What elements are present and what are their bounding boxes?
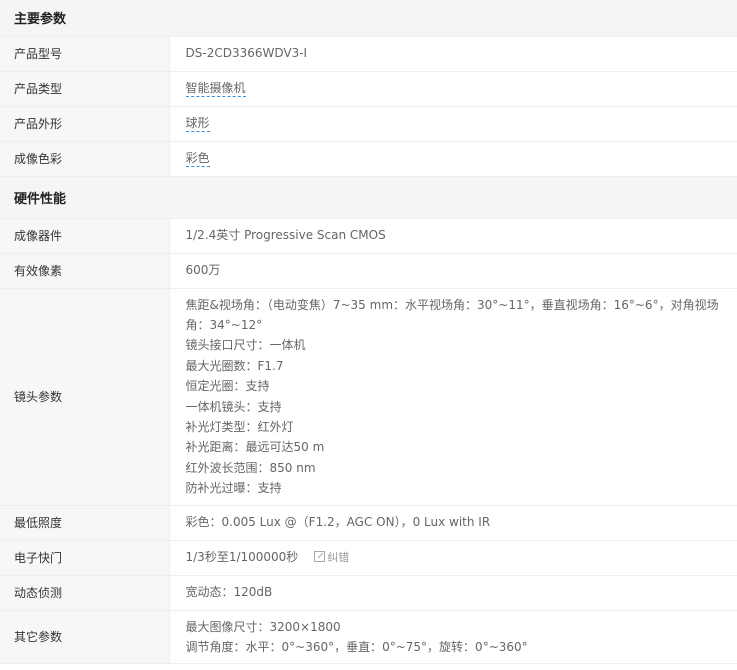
spec-value: 焦距&视场角：（电动变焦）7~35 mm：水平视场角：30°~11°，垂直视场角…: [169, 288, 737, 506]
spec-row: 电子快门 1/3秒至1/100000秒 纠错: [0, 540, 737, 576]
spec-row: 镜头参数 焦距&视场角：（电动变焦）7~35 mm：水平视场角：30°~11°，垂…: [0, 288, 737, 506]
spec-value-link[interactable]: 球形: [185, 116, 210, 133]
spec-label: 电子快门: [0, 540, 170, 576]
edit-icon: [314, 550, 326, 562]
spec-value: 彩色: [169, 141, 737, 177]
section-title: 硬件性能: [0, 176, 737, 219]
spec-value-text: 恒定光圈：支持: [185, 379, 270, 394]
spec-row: 其它参数 最大图像尺寸：3200×1800 调节角度：水平：0°~360°，垂直：0…: [0, 610, 737, 665]
spec-value: 彩色：0.005 Lux @（F1.2，AGC ON），0 Lux with I…: [169, 505, 737, 541]
spec-value: 最大图像尺寸：3200×1800 调节角度：水平：0°~360°，垂直：0°~75…: [169, 610, 737, 665]
spec-value-text: 补光灯类型：红外灯: [185, 419, 294, 434]
spec-value-link[interactable]: 智能摄像机: [185, 81, 246, 98]
spec-value: 智能摄像机: [169, 71, 737, 107]
spec-row: 有效像素 600万: [0, 253, 737, 289]
spec-label: 镜头参数: [0, 288, 170, 506]
spec-value: 1/3秒至1/100000秒 纠错: [169, 540, 737, 576]
spec-value-text: 宽动态：120dB: [185, 585, 273, 600]
spec-value: 600万: [169, 253, 737, 289]
spec-value-text: 补光距离：最远可达50 m: [185, 440, 325, 455]
spec-value: DS-2CD3366WDV3-I: [169, 36, 737, 72]
section-title: 主要参数: [0, 0, 737, 37]
spec-row: 产品外形 球形: [0, 106, 737, 142]
spec-label: 成像色彩: [0, 141, 170, 177]
spec-label: 产品类型: [0, 71, 170, 107]
spec-row: 成像器件 1/2.4英寸 Progressive Scan CMOS: [0, 218, 737, 254]
spec-value-text: 焦距&视场角：（电动变焦）7~35 mm：水平视场角：30°~11°，垂直视场角…: [185, 297, 719, 332]
spec-value-text: 600万: [185, 263, 221, 278]
section-header: 硬件性能: [0, 176, 737, 219]
spec-value: 1/2.4英寸 Progressive Scan CMOS: [169, 218, 737, 254]
spec-label: 其它参数: [0, 610, 170, 665]
spec-label: 动态侦测: [0, 575, 170, 611]
spec-value-text: 调节角度：水平：0°~360°，垂直：0°~75°，旋转：0°~360°: [185, 639, 528, 654]
report-error-link[interactable]: 纠错: [314, 550, 350, 564]
spec-row: 成像色彩 彩色: [0, 141, 737, 177]
spec-row: 动态侦测 宽动态：120dB: [0, 575, 737, 611]
spec-label: 最低照度: [0, 505, 170, 541]
spec-body: 主要参数 产品型号 DS-2CD3366WDV3-I 产品类型 智能摄像机 产品外形 球形成…: [0, 0, 737, 665]
spec-value: 宽动态：120dB: [169, 575, 737, 611]
spec-label: 产品外形: [0, 106, 170, 142]
spec-value-text: 最大图像尺寸：3200×1800: [185, 619, 341, 634]
spec-value-text: 一体机镜头：支持: [185, 399, 282, 414]
spec-table: 主要参数 产品型号 DS-2CD3366WDV3-I 产品类型 智能摄像机 产品外形 球形成…: [0, 0, 737, 665]
spec-row: 产品类型 智能摄像机: [0, 71, 737, 107]
spec-label: 产品型号: [0, 36, 170, 72]
spec-label: 有效像素: [0, 253, 170, 289]
spec-value-text: 最大光圈数：F1.7: [185, 358, 284, 373]
spec-value-text: DS-2CD3366WDV3-I: [185, 46, 308, 61]
spec-value-text: 镜头接口尺寸：一体机: [185, 338, 306, 353]
spec-value-link[interactable]: 彩色: [185, 151, 210, 168]
spec-row: 最低照度 彩色：0.005 Lux @（F1.2，AGC ON），0 Lux wi…: [0, 505, 737, 541]
spec-row: 产品型号 DS-2CD3366WDV3-I: [0, 36, 737, 72]
spec-value-text: 1/2.4英寸 Progressive Scan CMOS: [185, 228, 386, 243]
spec-value-text: 1/3秒至1/100000秒: [185, 549, 299, 564]
spec-value-text: 红外波长范围：850 nm: [185, 460, 316, 475]
spec-label: 成像器件: [0, 218, 170, 254]
report-error-label: 纠错: [327, 550, 350, 564]
spec-value-text: 防补光过曝：支持: [185, 481, 282, 496]
spec-value-text: 彩色：0.005 Lux @（F1.2，AGC ON），0 Lux with I…: [185, 515, 491, 530]
section-header: 主要参数: [0, 0, 737, 37]
spec-value: 球形: [169, 106, 737, 142]
